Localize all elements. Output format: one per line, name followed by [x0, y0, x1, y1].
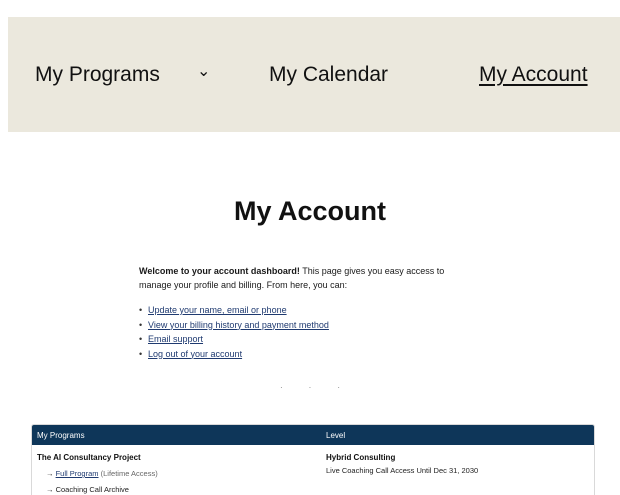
arrow-right-icon: →	[46, 469, 54, 478]
level-name: Hybrid Consulting	[326, 453, 396, 462]
coaching-archive-label: Coaching Call Archive	[55, 485, 129, 494]
page-title: My Account	[233, 196, 386, 226]
nav-my-programs[interactable]: My Programs	[35, 63, 160, 87]
nav-my-calendar[interactable]: My Calendar	[269, 63, 388, 87]
program-sub-item: → Full Program (Lifetime Access)	[46, 469, 158, 478]
programs-table: My Programs Level The AI Consultancy Pro…	[31, 424, 595, 495]
list-item: Email support	[139, 332, 329, 347]
logout-link[interactable]: Log out of your account	[148, 349, 242, 359]
list-item: Update your name, email or phone	[139, 303, 329, 318]
level-detail: Live Coaching Call Access Until Dec 31, …	[326, 466, 479, 475]
list-item: View your billing history and payment me…	[139, 318, 329, 333]
section-divider: ···	[280, 383, 366, 392]
intro-bold: Welcome to your account dashboard!	[139, 266, 300, 276]
account-links: Update your name, email or phone View yo…	[139, 303, 329, 361]
top-navigation: My Programs ⌄ My Calendar My Account	[8, 17, 620, 132]
list-item: Log out of your account	[139, 347, 329, 362]
chevron-down-icon[interactable]: ⌄	[197, 61, 210, 81]
table-header: My Programs Level	[32, 425, 594, 445]
header-my-programs: My Programs	[37, 431, 85, 440]
program-sub-item[interactable]: → Coaching Call Archive	[46, 485, 129, 494]
header-level: Level	[326, 431, 346, 440]
email-support-link[interactable]: Email support	[148, 334, 203, 344]
access-note: (Lifetime Access)	[100, 469, 158, 478]
arrow-right-icon: →	[46, 485, 54, 494]
full-program-link[interactable]: Full Program	[56, 469, 99, 478]
program-name: The AI Consultancy Project	[37, 453, 141, 462]
update-profile-link[interactable]: Update your name, email or phone	[148, 305, 287, 315]
billing-history-link[interactable]: View your billing history and payment me…	[148, 320, 329, 330]
nav-my-account[interactable]: My Account	[479, 63, 588, 87]
intro-text: Welcome to your account dashboard! This …	[139, 264, 479, 292]
